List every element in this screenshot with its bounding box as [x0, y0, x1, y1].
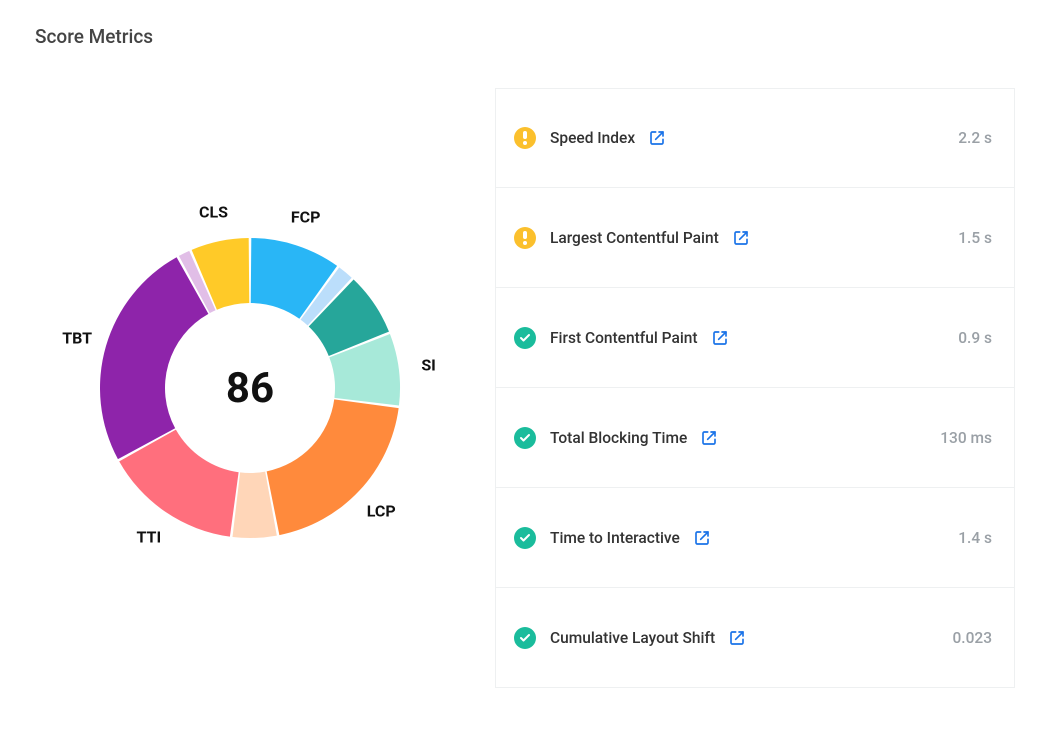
donut-label-FCP: FCP: [291, 207, 321, 226]
metric-value: 0.9 s: [958, 329, 992, 347]
metric-name: Largest Contentful Paint: [550, 229, 719, 247]
donut-label-TBT: TBT: [62, 328, 92, 347]
metric-row: Largest Contentful Paint 1.5 s: [495, 188, 1015, 288]
check-icon: [514, 627, 536, 649]
score-donut-chart: 86 FCP SI LCP TTI TBT CLS: [40, 178, 460, 598]
donut-center-score: 86: [40, 178, 460, 598]
metric-row: Time to Interactive 1.4 s: [495, 488, 1015, 588]
metric-value: 1.4 s: [958, 529, 992, 547]
metric-row: First Contentful Paint 0.9 s: [495, 288, 1015, 388]
page-title: Score Metrics: [35, 25, 1015, 48]
external-link-icon[interactable]: [733, 230, 749, 246]
donut-label-TTI: TTI: [136, 527, 161, 546]
metric-name: Cumulative Layout Shift: [550, 629, 715, 647]
check-icon: [514, 327, 536, 349]
metric-name: Speed Index: [550, 129, 635, 147]
metric-row: Total Blocking Time 130 ms: [495, 388, 1015, 488]
metric-row: Speed Index 2.2 s: [495, 88, 1015, 188]
external-link-icon[interactable]: [694, 530, 710, 546]
metric-value: 130 ms: [940, 429, 992, 447]
donut-label-SI: SI: [421, 356, 436, 375]
donut-label-CLS: CLS: [199, 202, 228, 221]
metric-name: Total Blocking Time: [550, 429, 687, 447]
external-link-icon[interactable]: [649, 130, 665, 146]
check-icon: [514, 527, 536, 549]
metric-value: 1.5 s: [958, 229, 992, 247]
metric-value: 2.2 s: [958, 129, 992, 147]
metric-name: First Contentful Paint: [550, 329, 698, 347]
warning-icon: [514, 227, 536, 249]
check-icon: [514, 427, 536, 449]
metrics-list: Speed Index 2.2 s Largest Contentful Paint…: [495, 88, 1015, 688]
metric-name: Time to Interactive: [550, 529, 680, 547]
external-link-icon[interactable]: [701, 430, 717, 446]
metric-row: Cumulative Layout Shift 0.023: [495, 588, 1015, 688]
warning-icon: [514, 127, 536, 149]
external-link-icon[interactable]: [729, 630, 745, 646]
donut-label-LCP: LCP: [367, 502, 396, 521]
external-link-icon[interactable]: [712, 330, 728, 346]
metric-value: 0.023: [952, 629, 992, 647]
